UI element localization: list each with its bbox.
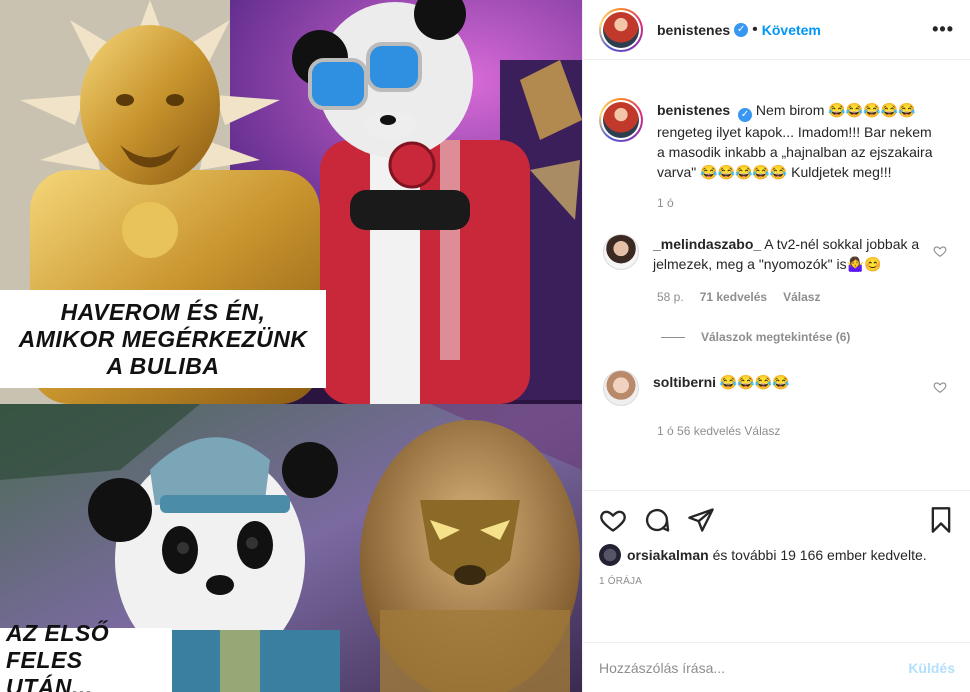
comment-author[interactable]: soltiberni: [653, 374, 716, 390]
post-header: benistenes ✓ • Követem •••: [583, 0, 970, 60]
author-avatar[interactable]: [599, 7, 643, 52]
likes-summary: orsiakalman és további 19 166 ember kedv…: [599, 544, 955, 566]
comment-meta-partial: 1 ó 56 kedvelés Válasz: [657, 424, 955, 438]
caption-meta: 1 ó: [657, 196, 955, 210]
meme-caption-top: HAVEROM ÉS ÉN, AMIKOR MEGÉRKEZÜNK A BULI…: [0, 290, 326, 388]
action-icons: [599, 505, 955, 535]
meme-caption-top-line-1: HAVEROM ÉS ÉN,: [60, 298, 266, 325]
liker-avatar[interactable]: [599, 544, 621, 566]
meme-caption-bottom-line-2: FELES UTÁN...: [6, 646, 93, 692]
comment-like-heart-icon[interactable]: [933, 380, 947, 394]
like-heart-icon[interactable]: [599, 506, 627, 534]
post-side-panel: benistenes ✓ • Követem ••• benistenes ✓ …: [582, 0, 970, 692]
comment-author[interactable]: _melindaszabo_: [653, 236, 761, 252]
comment-time[interactable]: 58 p.: [657, 290, 684, 304]
follow-button[interactable]: Követem: [762, 22, 821, 38]
separator-dot: •: [752, 20, 758, 38]
view-replies-label: Válaszok megtekintése (6): [701, 330, 851, 344]
meme-caption-bottom-line-1: AZ ELSŐ: [6, 619, 110, 646]
comment-bubble-icon[interactable]: [643, 506, 671, 534]
more-options-icon[interactable]: •••: [932, 19, 954, 40]
post-comment-button[interactable]: Küldés: [908, 660, 955, 676]
comment-reply-button[interactable]: Válasz: [783, 290, 820, 304]
liked-by-username[interactable]: orsiakalman: [627, 547, 709, 563]
comment-item: soltiberni 😂😂😂😂: [599, 370, 955, 406]
post-caption: benistenes ✓ Nem birom 😂😂😂😂😂 rengeteg il…: [599, 98, 955, 182]
comment-meta: 58 p. 71 kedvelés Válasz: [657, 290, 955, 304]
likes-count-text[interactable]: és további 19 166 ember kedvelte.: [709, 547, 927, 563]
commenter-avatar[interactable]: [603, 234, 639, 270]
add-comment-bar: Küldés: [583, 642, 970, 692]
comment-meta-text: 1 ó 56 kedvelés Válasz: [657, 424, 781, 438]
post-image[interactable]: HAVEROM ÉS ÉN, AMIKOR MEGÉRKEZÜNK A BULI…: [0, 0, 582, 692]
verified-badge-icon: ✓: [734, 22, 749, 37]
caption-author-avatar[interactable]: [599, 98, 643, 142]
bookmark-icon[interactable]: [927, 506, 955, 534]
comment-item: _melindaszabo_ A tv2-nél sokkal jobbak a…: [599, 234, 955, 274]
meme-caption-top-line-3: A BULIBA: [106, 352, 220, 379]
meme-caption-top-line-2: AMIKOR MEGÉRKEZÜNK: [18, 325, 308, 352]
post-actions: orsiakalman és további 19 166 ember kedv…: [583, 490, 970, 587]
comments-list[interactable]: benistenes ✓ Nem birom 😂😂😂😂😂 rengeteg il…: [583, 60, 970, 490]
verified-badge-icon: ✓: [738, 108, 753, 122]
post-timestamp[interactable]: 1 ÓRÁJA: [599, 576, 955, 587]
author-username[interactable]: benistenes: [657, 22, 730, 38]
caption-time[interactable]: 1 ó: [657, 196, 674, 210]
comment-like-heart-icon[interactable]: [933, 244, 947, 258]
replies-divider: [661, 336, 685, 338]
caption-author[interactable]: benistenes: [657, 102, 730, 118]
commenter-avatar[interactable]: [603, 370, 639, 406]
comment-likes[interactable]: 71 kedvelés: [700, 290, 767, 304]
add-comment-input[interactable]: [599, 659, 909, 676]
view-replies-button[interactable]: Válaszok megtekintése (6): [661, 330, 955, 344]
meme-caption-bottom: AZ ELSŐ FELES UTÁN...: [0, 620, 172, 692]
share-paper-plane-icon[interactable]: [687, 506, 715, 534]
comment-text: 😂😂😂😂: [719, 374, 790, 390]
